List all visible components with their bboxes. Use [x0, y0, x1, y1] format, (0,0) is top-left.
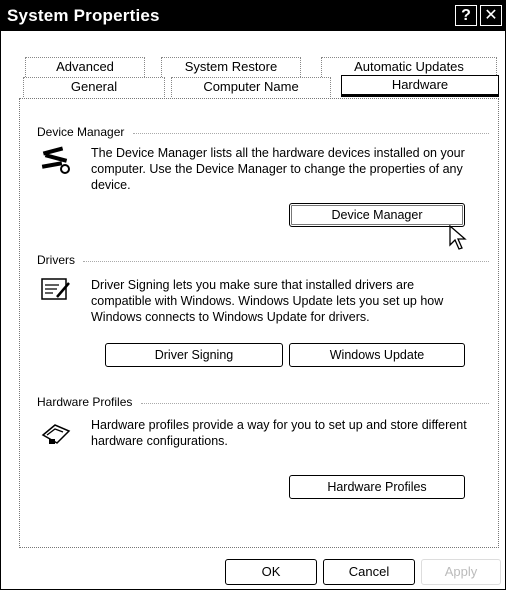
- windows-update-button[interactable]: Windows Update: [289, 343, 465, 367]
- group-divider: [133, 133, 489, 134]
- hardware-profiles-description: Hardware profiles provide a way for you …: [91, 418, 467, 448]
- device-manager-heading: Device Manager: [37, 125, 125, 139]
- hardware-profiles-heading: Hardware Profiles: [37, 395, 133, 409]
- driver-signing-button[interactable]: Driver Signing: [105, 343, 283, 367]
- tab-hardware[interactable]: Hardware: [341, 75, 499, 97]
- mouse-cursor-icon: [449, 225, 467, 250]
- tab-computer-name[interactable]: Computer Name: [171, 77, 331, 97]
- drivers-heading: Drivers: [37, 253, 75, 267]
- device-manager-icon: [41, 146, 70, 174]
- group-divider: [141, 403, 489, 404]
- title-bar[interactable]: System Properties ? ✕: [1, 1, 505, 31]
- tab-advanced[interactable]: Advanced: [25, 57, 145, 77]
- tab-automatic-updates[interactable]: Automatic Updates: [321, 57, 497, 77]
- tab-system-restore[interactable]: System Restore: [161, 57, 301, 77]
- help-button[interactable]: ?: [455, 5, 477, 26]
- system-properties-dialog: System Properties ? ✕ Advanced System Re…: [0, 0, 506, 590]
- tab-strip: Advanced System Restore Automatic Update…: [1, 31, 505, 97]
- apply-button: Apply: [421, 559, 501, 585]
- window-title: System Properties: [7, 6, 160, 25]
- hardware-profiles-button[interactable]: Hardware Profiles: [289, 475, 465, 499]
- close-button[interactable]: ✕: [480, 5, 502, 26]
- device-manager-button[interactable]: Device Manager: [289, 203, 465, 227]
- drivers-description: Driver Signing lets you make sure that i…: [91, 278, 444, 324]
- device-manager-description: The Device Manager lists all the hardwar…: [91, 146, 465, 192]
- driver-signing-icon: [41, 278, 70, 300]
- ok-button[interactable]: OK: [225, 559, 317, 585]
- group-divider: [83, 261, 489, 262]
- cancel-button[interactable]: Cancel: [323, 559, 415, 585]
- hardware-profiles-icon: [41, 424, 71, 444]
- tab-general[interactable]: General: [23, 77, 165, 97]
